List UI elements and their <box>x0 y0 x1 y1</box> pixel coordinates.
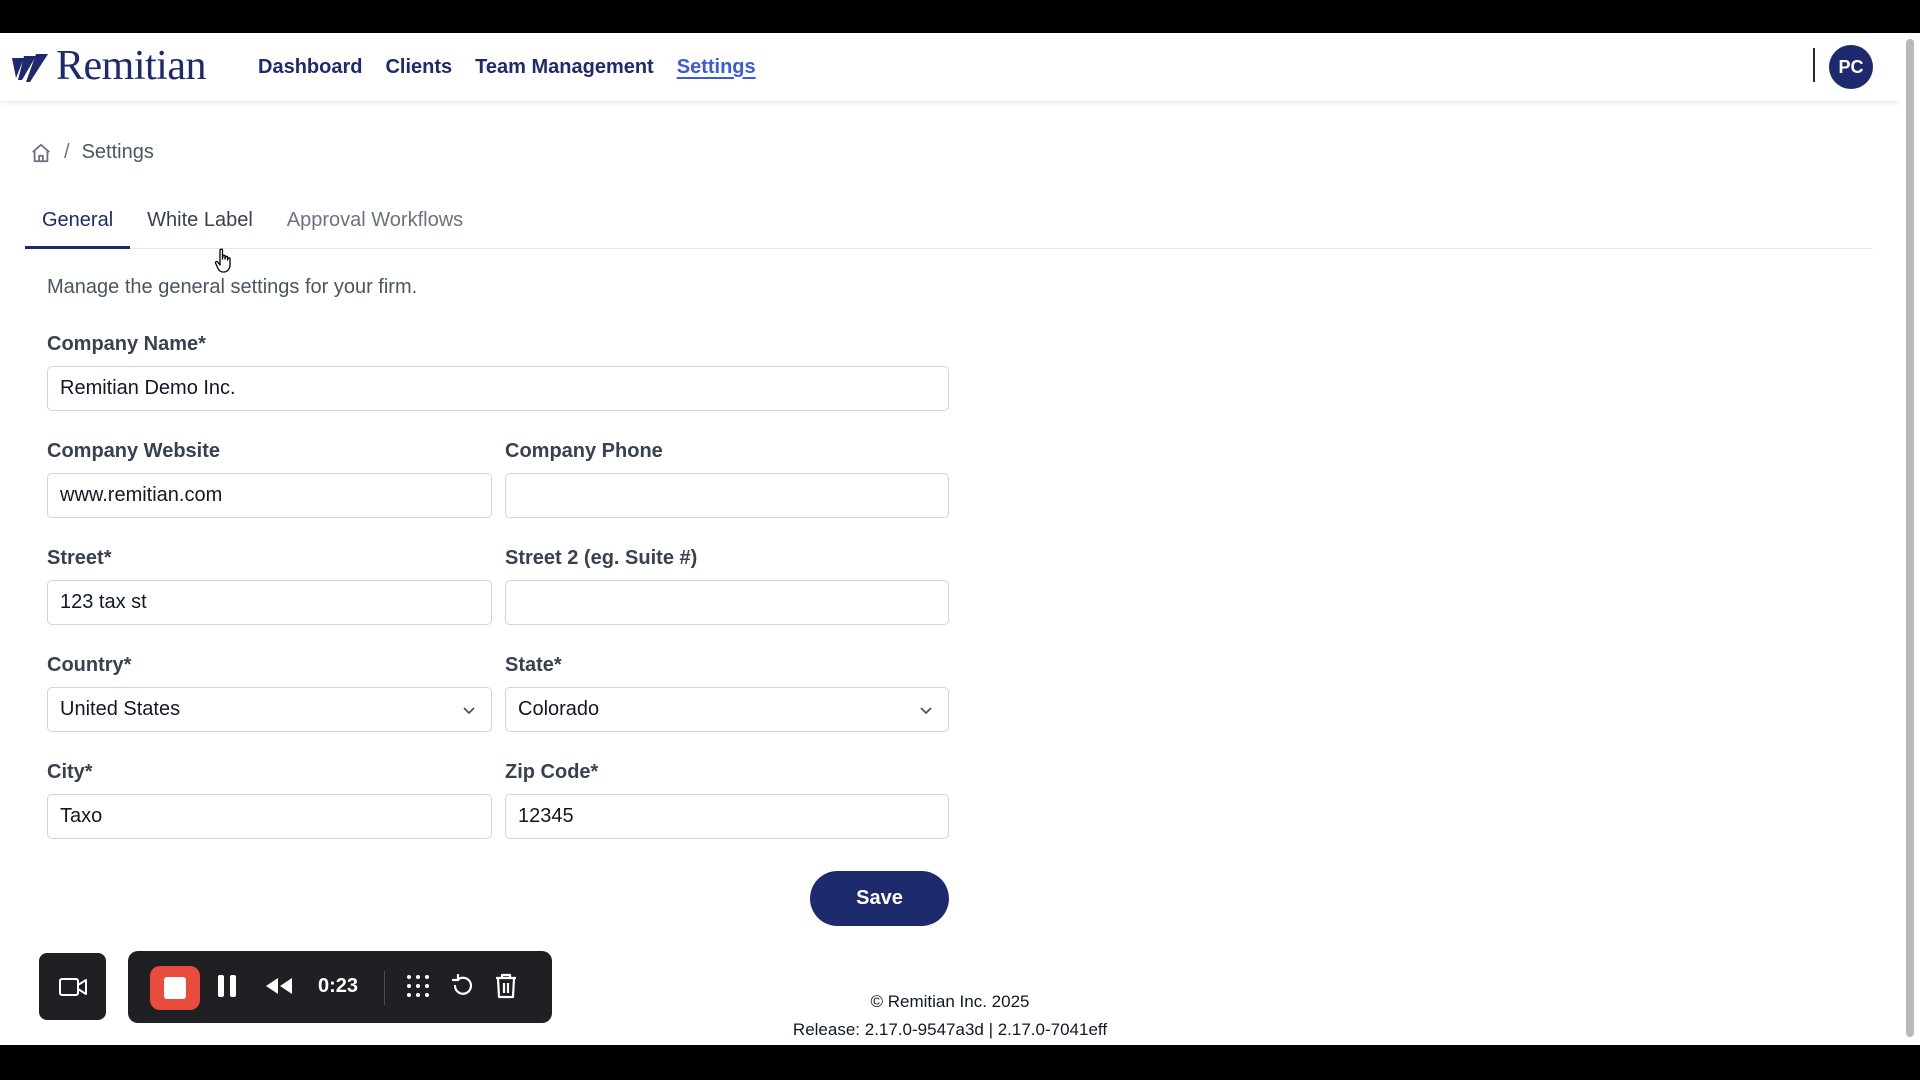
state-select-value: Colorado <box>518 698 600 720</box>
company-name-input[interactable] <box>47 366 949 411</box>
toolbar-divider <box>384 971 385 1005</box>
recording-toolbar: 0:23 <box>128 951 552 1023</box>
country-select[interactable]: United States <box>47 687 492 732</box>
user-avatar[interactable]: PC <box>1829 45 1873 89</box>
home-icon[interactable] <box>30 142 52 164</box>
stop-icon <box>164 977 186 999</box>
street-group: Street* <box>47 547 492 625</box>
nav-link-clients[interactable]: Clients <box>385 56 452 79</box>
zip-group: Zip Code* <box>505 761 949 839</box>
nav-link-settings[interactable]: Settings <box>677 56 756 79</box>
footer-copyright: © Remitian Inc. 2025 <box>870 992 1030 1011</box>
breadcrumb-separator: / <box>64 141 70 163</box>
company-name-label: Company Name* <box>47 333 206 355</box>
tab-white-label[interactable]: White Label <box>130 203 270 249</box>
footer-release: Release: 2.17.0-9547a3d | 2.17.0-7041eff <box>792 1020 1108 1039</box>
zip-label: Zip Code* <box>505 761 599 783</box>
country-group: Country* United States <box>47 654 492 732</box>
section-description: Manage the general settings for your fir… <box>47 276 418 298</box>
state-group: State* Colorado <box>505 654 949 732</box>
settings-tabs: General White Label Approval Workflows <box>25 203 1873 249</box>
rewind-icon[interactable] <box>263 975 295 997</box>
main-nav: Dashboard Clients Team Management Settin… <box>258 33 756 101</box>
company-name-group: Company Name* <box>47 333 949 411</box>
stop-recording-button[interactable] <box>150 966 200 1010</box>
camera-toggle-button[interactable] <box>39 953 106 1020</box>
save-button[interactable]: Save <box>810 871 949 926</box>
chevron-down-icon <box>920 707 932 715</box>
company-website-label: Company Website <box>47 440 220 462</box>
country-label: Country* <box>47 654 132 676</box>
pause-icon[interactable] <box>216 973 238 999</box>
city-label: City* <box>47 761 93 783</box>
street-label: Street* <box>47 547 112 569</box>
city-group: City* <box>47 761 492 839</box>
company-website-input[interactable] <box>47 473 492 518</box>
recording-timer: 0:23 <box>318 975 359 997</box>
app-viewport: Remitian Dashboard Clients Team Manageme… <box>0 33 1920 1045</box>
company-website-group: Company Website <box>47 440 492 518</box>
state-label: State* <box>505 654 562 676</box>
city-input[interactable] <box>47 794 492 839</box>
chevron-down-icon <box>463 707 475 715</box>
hand-cursor-icon <box>214 248 231 273</box>
country-select-value: United States <box>60 698 181 720</box>
street-input[interactable] <box>47 580 492 625</box>
breadcrumb-current: Settings <box>81 141 154 163</box>
breadcrumb: / Settings <box>30 141 154 164</box>
logo-text: Remitian <box>56 43 206 89</box>
company-phone-group: Company Phone <box>505 440 949 518</box>
logo[interactable]: Remitian <box>10 45 206 87</box>
logo-mark-icon <box>12 54 48 82</box>
tab-general[interactable]: General <box>25 203 131 249</box>
zip-input[interactable] <box>505 794 949 839</box>
tab-approval-workflows[interactable]: Approval Workflows <box>270 203 480 249</box>
trash-icon[interactable] <box>494 973 518 999</box>
restart-icon[interactable] <box>450 973 476 999</box>
scrollbar-thumb[interactable] <box>1906 39 1914 1037</box>
dot-grid-icon[interactable] <box>405 973 431 999</box>
street2-input[interactable] <box>505 580 949 625</box>
video-camera-icon <box>58 977 87 996</box>
nav-link-team-management[interactable]: Team Management <box>475 56 654 79</box>
state-select[interactable]: Colorado <box>505 687 949 732</box>
street2-label: Street 2 (eg. Suite #) <box>505 547 698 569</box>
company-phone-input[interactable] <box>505 473 949 518</box>
nav-link-dashboard[interactable]: Dashboard <box>258 56 362 79</box>
street2-group: Street 2 (eg. Suite #) <box>505 547 949 625</box>
company-phone-label: Company Phone <box>505 440 663 462</box>
top-navbar: Remitian Dashboard Clients Team Manageme… <box>0 33 1900 101</box>
page-footer: © Remitian Inc. 2025 Release: 2.17.0-954… <box>700 988 1200 1044</box>
nav-divider <box>1813 48 1815 82</box>
